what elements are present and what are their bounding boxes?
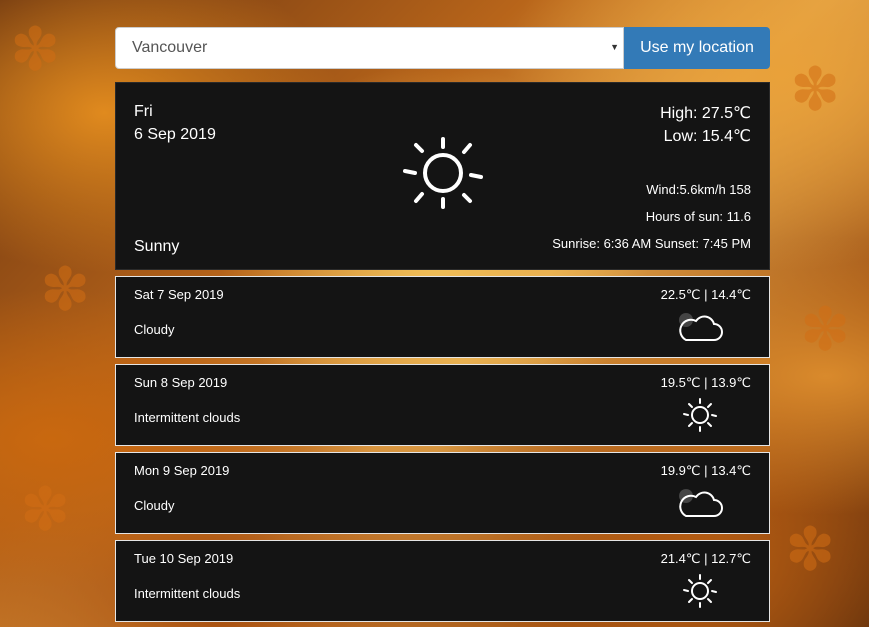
leaf-decoration: ✽ [20,476,71,543]
today-condition: Sunny [134,238,180,255]
today-hours-of-sun: Hours of sun: 11.6 [645,209,751,224]
search-row: Vancouver ▼ Use my location [115,27,770,69]
sun-icon [683,574,717,608]
leaf-decoration: ✽ [790,56,841,123]
forecast-temps: 19.9℃ | 13.4℃ [660,463,751,478]
forecast-date: Sat 7 Sep 2019 [134,287,224,302]
forecast-temps: 22.5℃ | 14.4℃ [660,287,751,302]
today-low-temp: Low: 15.4℃ [663,128,751,145]
sun-icon [683,398,717,432]
today-panel: Fri 6 Sep 2019 High: 27.5℃ Low: 15.4℃ Wi… [115,82,770,270]
city-select-value: Vancouver [132,39,208,56]
forecast-date: Mon 9 Sep 2019 [134,463,230,478]
forecast-day: Mon 9 Sep 2019 19.9℃ | 13.4℃ Cloudy [115,452,770,534]
leaf-decoration: ✽ [10,16,61,83]
forecast-day: Tue 10 Sep 2019 21.4℃ | 12.7℃ Intermitte… [115,540,770,622]
forecast-temps: 19.5℃ | 13.9℃ [660,375,751,390]
weather-app: Vancouver ▼ Use my location Fri 6 Sep 20… [115,27,770,622]
today-wind: Wind:5.6km/h 158 [646,182,751,197]
forecast-day: Sat 7 Sep 2019 22.5℃ | 14.4℃ Cloudy [115,276,770,358]
city-select[interactable]: Vancouver ▼ [115,27,624,69]
forecast-condition: Intermittent clouds [134,410,241,425]
forecast-condition: Intermittent clouds [134,586,241,601]
sun-icon [403,137,483,209]
forecast-date: Tue 10 Sep 2019 [134,551,234,566]
forecast-temps: 21.4℃ | 12.7℃ [660,551,751,566]
cloud-icon [679,313,723,341]
leaf-decoration: ✽ [785,516,836,583]
cloud-icon [679,489,723,517]
today-day-of-week: Fri [134,103,153,120]
today-high-temp: High: 27.5℃ [660,105,751,122]
today-date: 6 Sep 2019 [134,126,216,143]
forecast-day: Sun 8 Sep 2019 19.5℃ | 13.9℃ Intermitten… [115,364,770,446]
chevron-down-icon: ▼ [610,42,619,52]
use-my-location-button[interactable]: Use my location [624,27,770,69]
forecast-condition: Cloudy [134,498,175,513]
forecast-condition: Cloudy [134,322,175,337]
leaf-decoration: ✽ [40,256,91,323]
forecast-date: Sun 8 Sep 2019 [134,375,228,390]
today-sunrise-sunset: Sunrise: 6:36 AM Sunset: 7:45 PM [552,236,751,251]
leaf-decoration: ✽ [800,296,851,363]
